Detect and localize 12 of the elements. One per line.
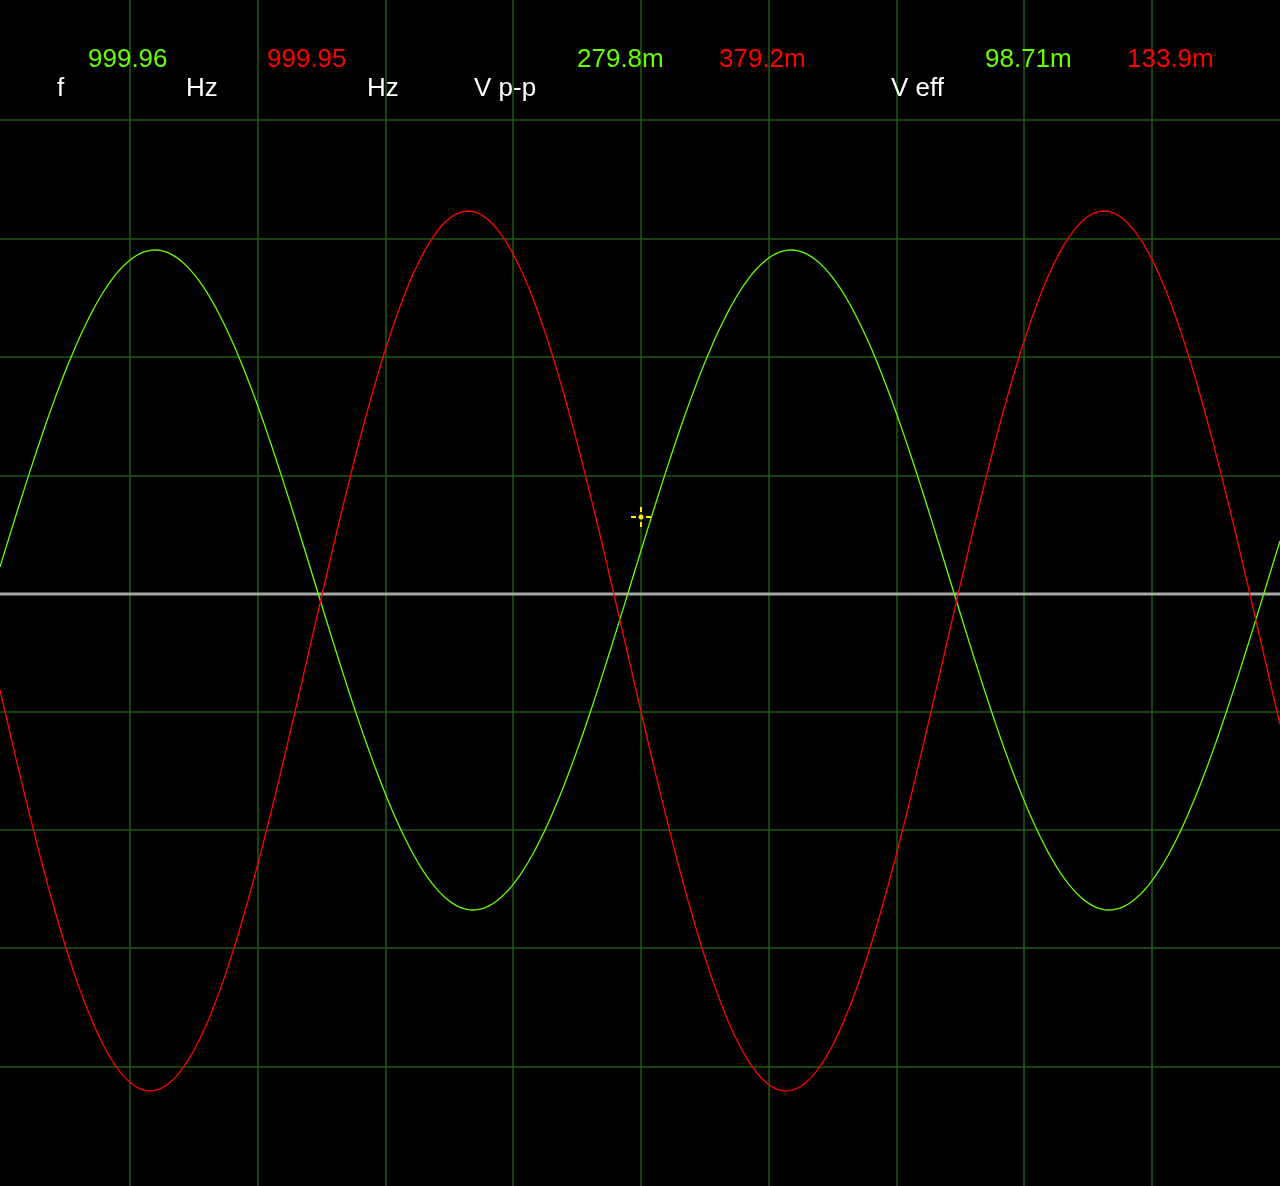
peak-to-peak-label: V p-p <box>474 73 537 101</box>
peak-to-peak-value: 379.2m <box>719 44 806 72</box>
frequency-label: f <box>57 73 65 101</box>
rms-value: 133.9m <box>1127 44 1214 72</box>
cursor-marker-icon <box>630 506 652 528</box>
unit-label: Hz <box>186 73 218 101</box>
peak-to-peak-value: 279.8m <box>577 44 664 72</box>
rms-label: V eff <box>891 73 944 101</box>
frequency-value: 999.95 <box>267 44 347 72</box>
frequency-value: 999.96 <box>88 44 168 72</box>
unit-label: Hz <box>367 73 399 101</box>
rms-value: 98.71m <box>985 44 1072 72</box>
